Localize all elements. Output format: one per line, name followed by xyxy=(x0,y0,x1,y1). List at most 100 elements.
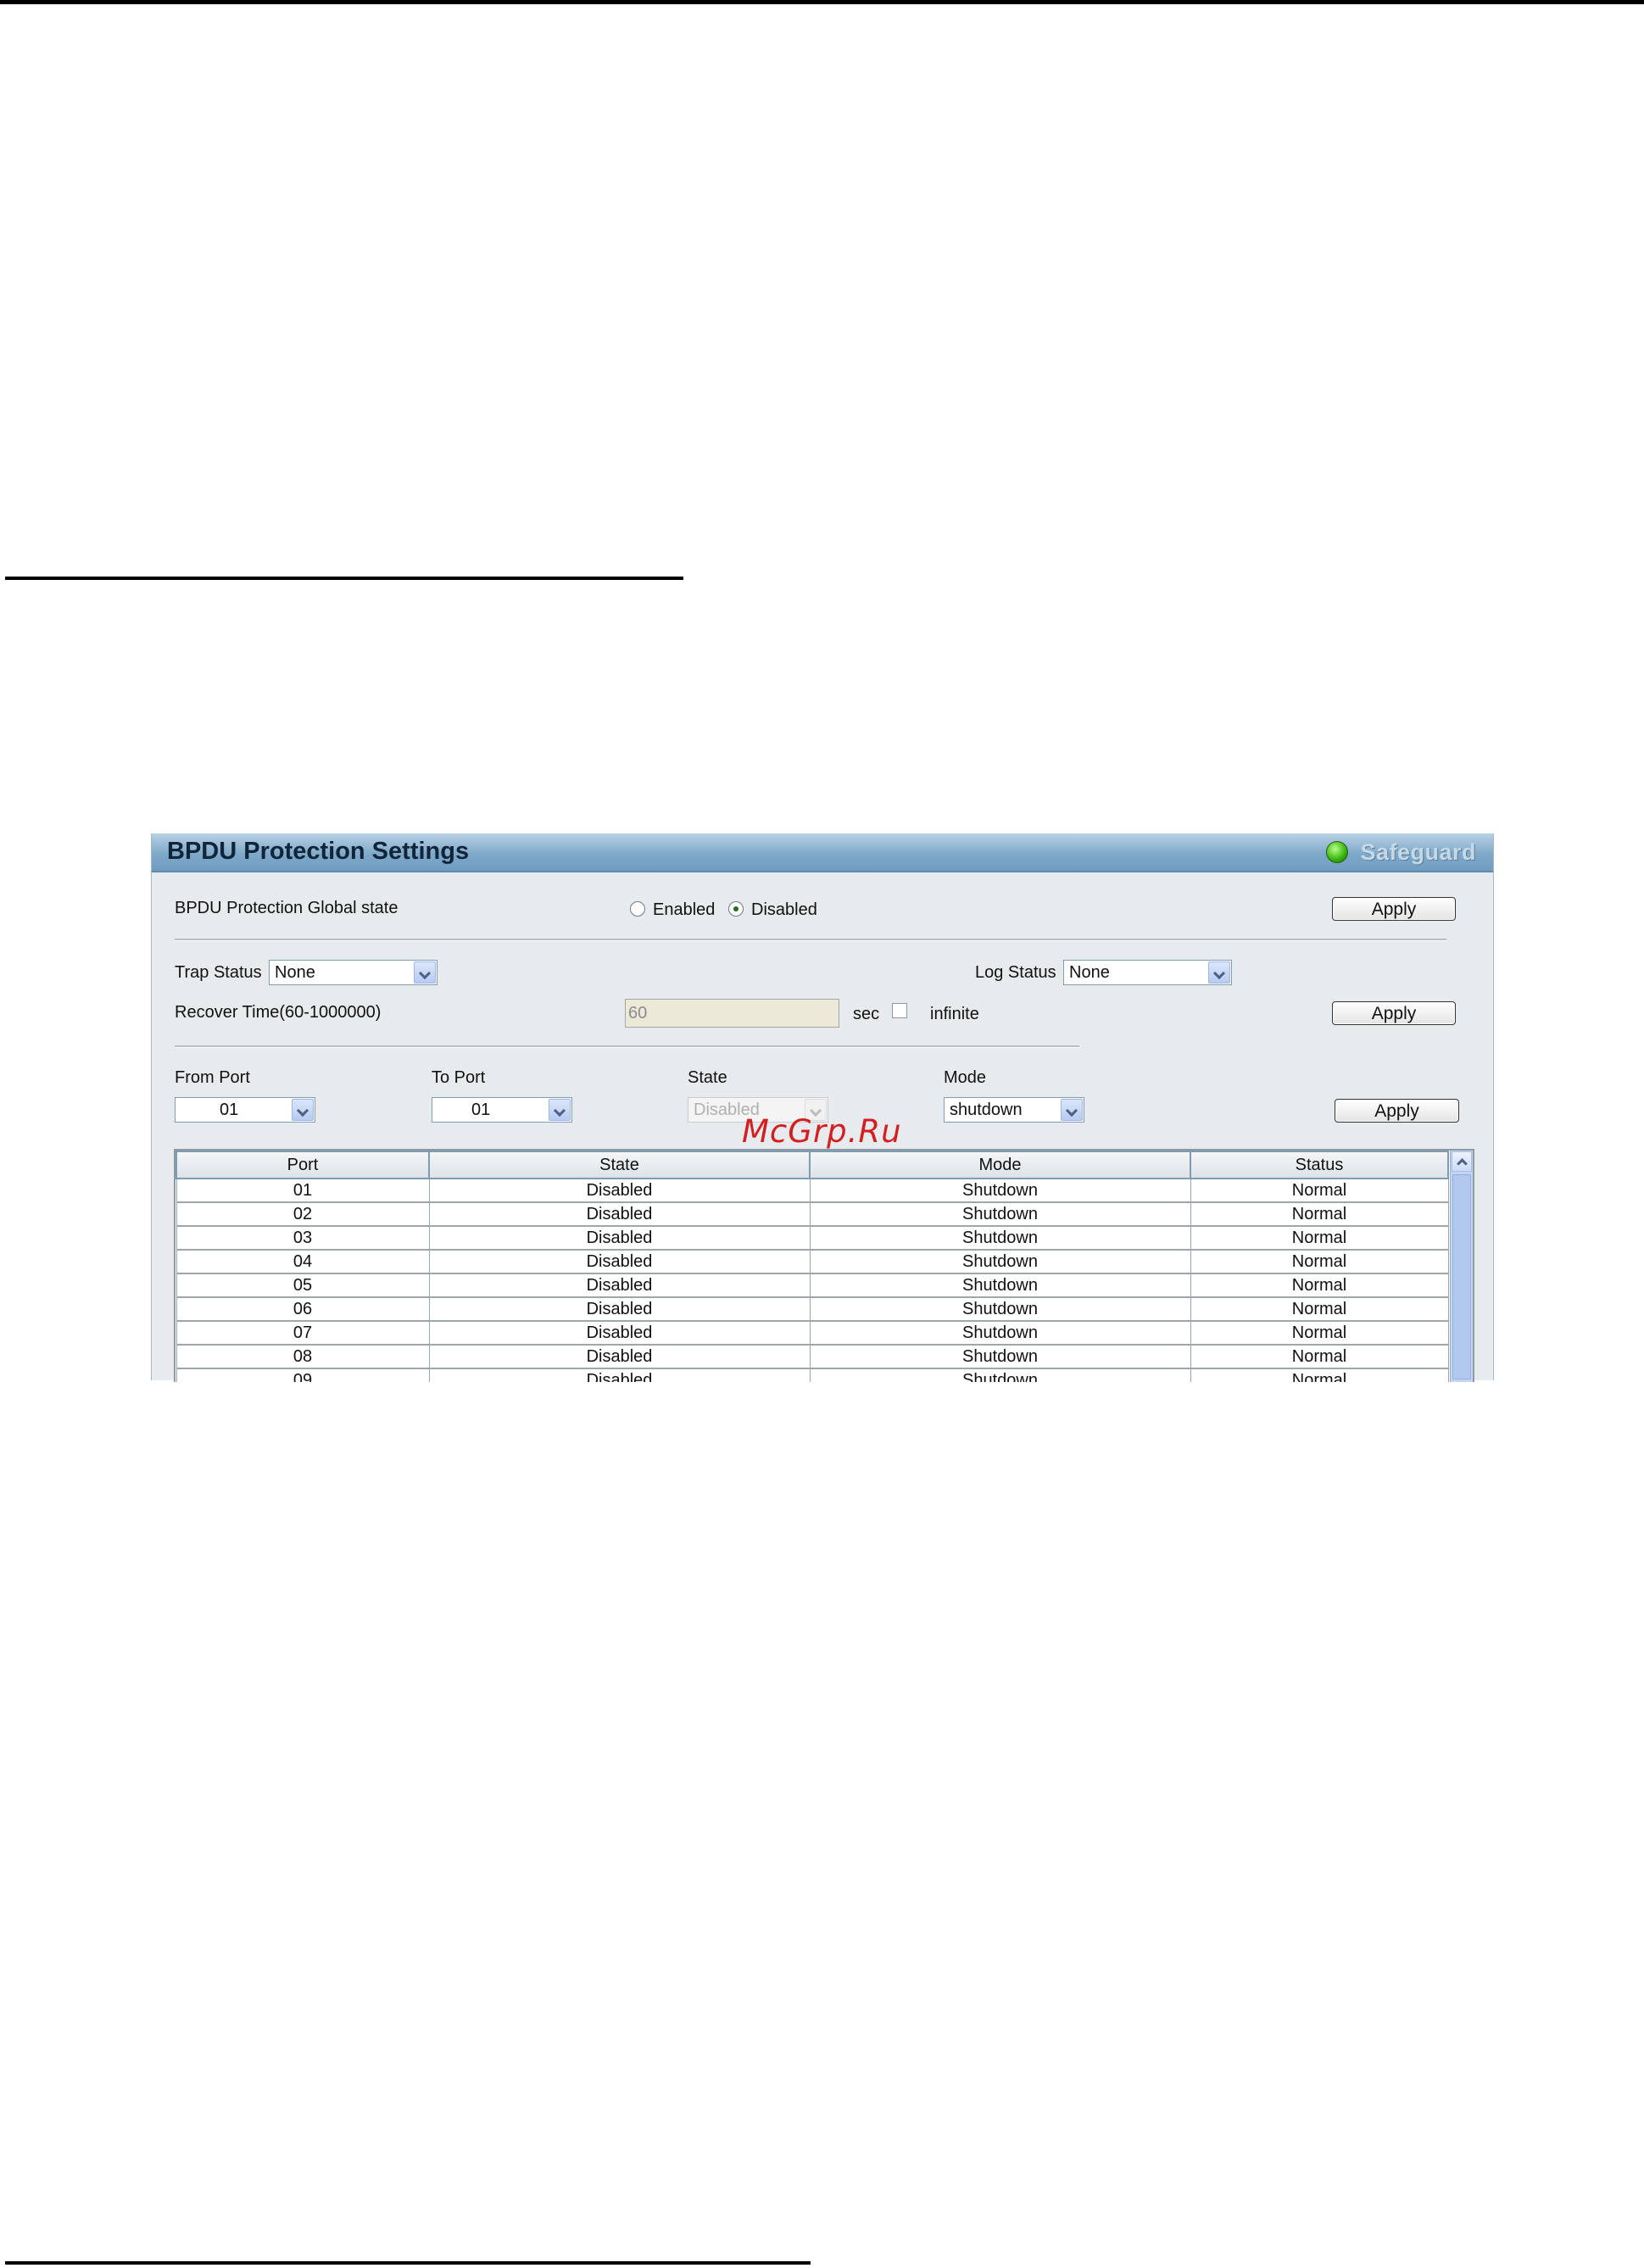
port-cell: 06 xyxy=(176,1296,430,1322)
port-cell: 07 xyxy=(176,1320,430,1346)
global-state-enabled-radio[interactable] xyxy=(630,901,645,917)
table-header-row: Port State Mode Status xyxy=(176,1151,1449,1179)
table-scrollbar[interactable] xyxy=(1450,1151,1473,1382)
infinite-label: infinite xyxy=(930,1005,979,1023)
table-row[interactable]: 07 Disabled Shutdown Normal xyxy=(176,1320,1449,1346)
safeguard-badge: Safeguard xyxy=(1326,837,1476,867)
status-cell: Normal xyxy=(1190,1249,1449,1274)
recover-time-label: Recover Time(60-1000000) xyxy=(175,1003,382,1022)
state-cell: Disabled xyxy=(428,1225,811,1251)
mode-cell: Shutdown xyxy=(809,1296,1191,1322)
mode-cell: Shutdown xyxy=(809,1368,1191,1382)
chevron-down-icon xyxy=(292,1099,314,1121)
divider xyxy=(175,939,1446,941)
to-port-value: 01 xyxy=(471,1101,491,1119)
safeguard-label: Safeguard xyxy=(1360,839,1476,865)
table-row[interactable]: 08 Disabled Shutdown Normal xyxy=(176,1344,1449,1369)
column-header-mode[interactable]: Mode xyxy=(809,1151,1191,1179)
from-port-label: From Port xyxy=(175,1068,250,1087)
infinite-checkbox[interactable] xyxy=(892,1003,907,1018)
scroll-thumb[interactable] xyxy=(1452,1174,1471,1379)
global-state-label: BPDU Protection Global state xyxy=(175,899,398,917)
status-cell: Normal xyxy=(1190,1225,1449,1251)
to-port-label: To Port xyxy=(432,1068,486,1087)
document-top-rule xyxy=(0,0,1644,4)
trap-status-label: Trap Status xyxy=(175,963,262,982)
status-cell: Normal xyxy=(1190,1178,1449,1203)
recover-time-apply-button[interactable]: Apply xyxy=(1332,1001,1456,1025)
watermark: McGrp.Ru xyxy=(742,1113,902,1150)
table-row[interactable]: 02 Disabled Shutdown Normal xyxy=(176,1201,1449,1227)
scroll-up-icon[interactable] xyxy=(1452,1151,1472,1172)
global-state-disabled-label: Disabled xyxy=(751,900,817,919)
state-cell: Disabled xyxy=(428,1296,811,1322)
state-label: State xyxy=(688,1068,727,1087)
mode-cell: Shutdown xyxy=(809,1249,1191,1274)
mode-cell: Shutdown xyxy=(809,1201,1191,1227)
recover-time-input[interactable]: 60 xyxy=(625,999,839,1028)
port-cell: 04 xyxy=(176,1249,430,1274)
log-status-value: None xyxy=(1069,963,1110,982)
port-config-apply-button[interactable]: Apply xyxy=(1335,1099,1459,1123)
state-cell: Disabled xyxy=(428,1201,811,1227)
divider xyxy=(175,1045,1079,1048)
mode-value: shutdown xyxy=(950,1101,1023,1119)
recover-time-unit: sec xyxy=(853,1005,880,1023)
chevron-down-icon xyxy=(549,1099,571,1121)
safeguard-status-icon xyxy=(1326,841,1349,863)
column-header-port[interactable]: Port xyxy=(176,1151,430,1179)
chevron-down-icon xyxy=(1061,1099,1083,1121)
state-cell: Disabled xyxy=(428,1320,811,1346)
status-cell: Normal xyxy=(1190,1273,1449,1298)
trap-status-select[interactable]: None xyxy=(269,960,437,985)
port-cell: 09 xyxy=(176,1368,430,1382)
state-cell: Disabled xyxy=(428,1249,811,1274)
mode-cell: Shutdown xyxy=(809,1344,1191,1369)
table-row[interactable]: 04 Disabled Shutdown Normal xyxy=(176,1249,1449,1274)
port-status-table: Port State Mode Status 01 Disabled Shutd… xyxy=(174,1149,1474,1382)
port-table: Port State Mode Status 01 Disabled Shutd… xyxy=(176,1151,1449,1382)
status-cell: Normal xyxy=(1190,1296,1449,1322)
state-cell: Disabled xyxy=(428,1368,811,1382)
column-header-status[interactable]: Status xyxy=(1190,1151,1449,1179)
from-port-select[interactable]: 01 xyxy=(175,1097,315,1123)
table-row[interactable]: 05 Disabled Shutdown Normal xyxy=(176,1273,1449,1298)
state-cell: Disabled xyxy=(428,1273,811,1298)
status-cell: Normal xyxy=(1190,1201,1449,1227)
port-cell: 01 xyxy=(176,1178,430,1203)
mode-cell: Shutdown xyxy=(809,1178,1191,1203)
port-cell: 08 xyxy=(176,1344,430,1369)
mode-cell: Shutdown xyxy=(809,1273,1191,1298)
log-status-select[interactable]: None xyxy=(1063,960,1232,985)
log-status-label: Log Status xyxy=(975,963,1056,982)
state-cell: Disabled xyxy=(428,1344,811,1369)
trap-status-value: None xyxy=(275,963,315,982)
panel-header: BPDU Protection Settings Safeguard xyxy=(152,833,1493,872)
global-state-enabled-label: Enabled xyxy=(653,900,716,919)
table-row[interactable]: 09 Disabled Shutdown Normal xyxy=(176,1368,1449,1382)
chevron-down-icon xyxy=(414,961,436,984)
from-port-value: 01 xyxy=(220,1101,239,1119)
table-row[interactable]: 01 Disabled Shutdown Normal xyxy=(176,1178,1449,1203)
mode-label: Mode xyxy=(944,1068,987,1087)
port-cell: 03 xyxy=(176,1225,430,1251)
document-section-rule xyxy=(5,577,683,580)
document-bottom-rule xyxy=(5,2261,811,2265)
port-cell: 02 xyxy=(176,1201,430,1227)
global-state-apply-button[interactable]: Apply xyxy=(1332,897,1456,921)
chevron-down-icon xyxy=(1208,961,1230,984)
status-cell: Normal xyxy=(1190,1344,1449,1369)
page-title: BPDU Protection Settings xyxy=(167,838,470,865)
status-cell: Normal xyxy=(1190,1368,1449,1382)
mode-cell: Shutdown xyxy=(809,1225,1191,1251)
column-header-state[interactable]: State xyxy=(428,1151,811,1179)
table-row[interactable]: 06 Disabled Shutdown Normal xyxy=(176,1296,1449,1322)
status-cell: Normal xyxy=(1190,1320,1449,1346)
mode-select[interactable]: shutdown xyxy=(944,1097,1084,1123)
state-cell: Disabled xyxy=(428,1178,811,1203)
to-port-select[interactable]: 01 xyxy=(432,1097,572,1123)
mode-cell: Shutdown xyxy=(809,1320,1191,1346)
table-row[interactable]: 03 Disabled Shutdown Normal xyxy=(176,1225,1449,1251)
global-state-disabled-radio[interactable] xyxy=(728,901,744,917)
port-cell: 05 xyxy=(176,1273,430,1298)
